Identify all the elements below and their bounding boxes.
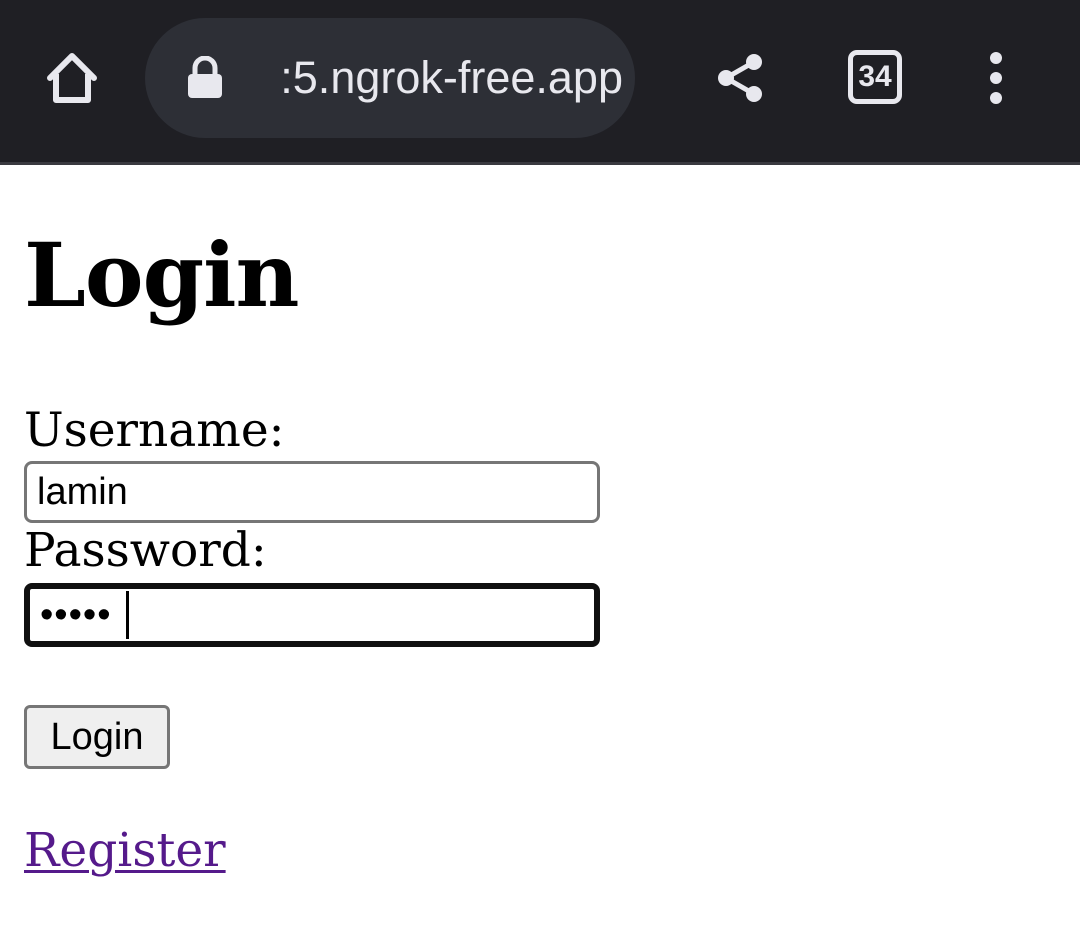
home-button[interactable] [38, 44, 106, 112]
browser-toolbar: :5.ngrok-free.app 34 [0, 0, 1080, 165]
more-vert-icon [990, 52, 1002, 104]
text-caret [126, 591, 129, 639]
url-text[interactable]: :5.ngrok-free.app [243, 18, 623, 138]
password-input[interactable] [24, 583, 600, 647]
login-button[interactable]: Login [24, 705, 170, 769]
lock-icon [188, 56, 222, 98]
share-button[interactable] [706, 44, 774, 112]
register-link[interactable]: Register [24, 821, 226, 881]
username-label: Username: [24, 403, 285, 458]
username-input[interactable] [24, 461, 600, 523]
share-icon [718, 54, 762, 102]
home-icon [47, 53, 97, 103]
password-label: Password: [24, 523, 267, 578]
address-bar[interactable]: :5.ngrok-free.app [145, 18, 635, 138]
more-menu-button[interactable] [966, 44, 1026, 112]
tab-switcher-button[interactable]: 34 [842, 44, 910, 112]
page-title: Login [24, 223, 300, 327]
tab-count-badge: 34 [848, 50, 902, 104]
